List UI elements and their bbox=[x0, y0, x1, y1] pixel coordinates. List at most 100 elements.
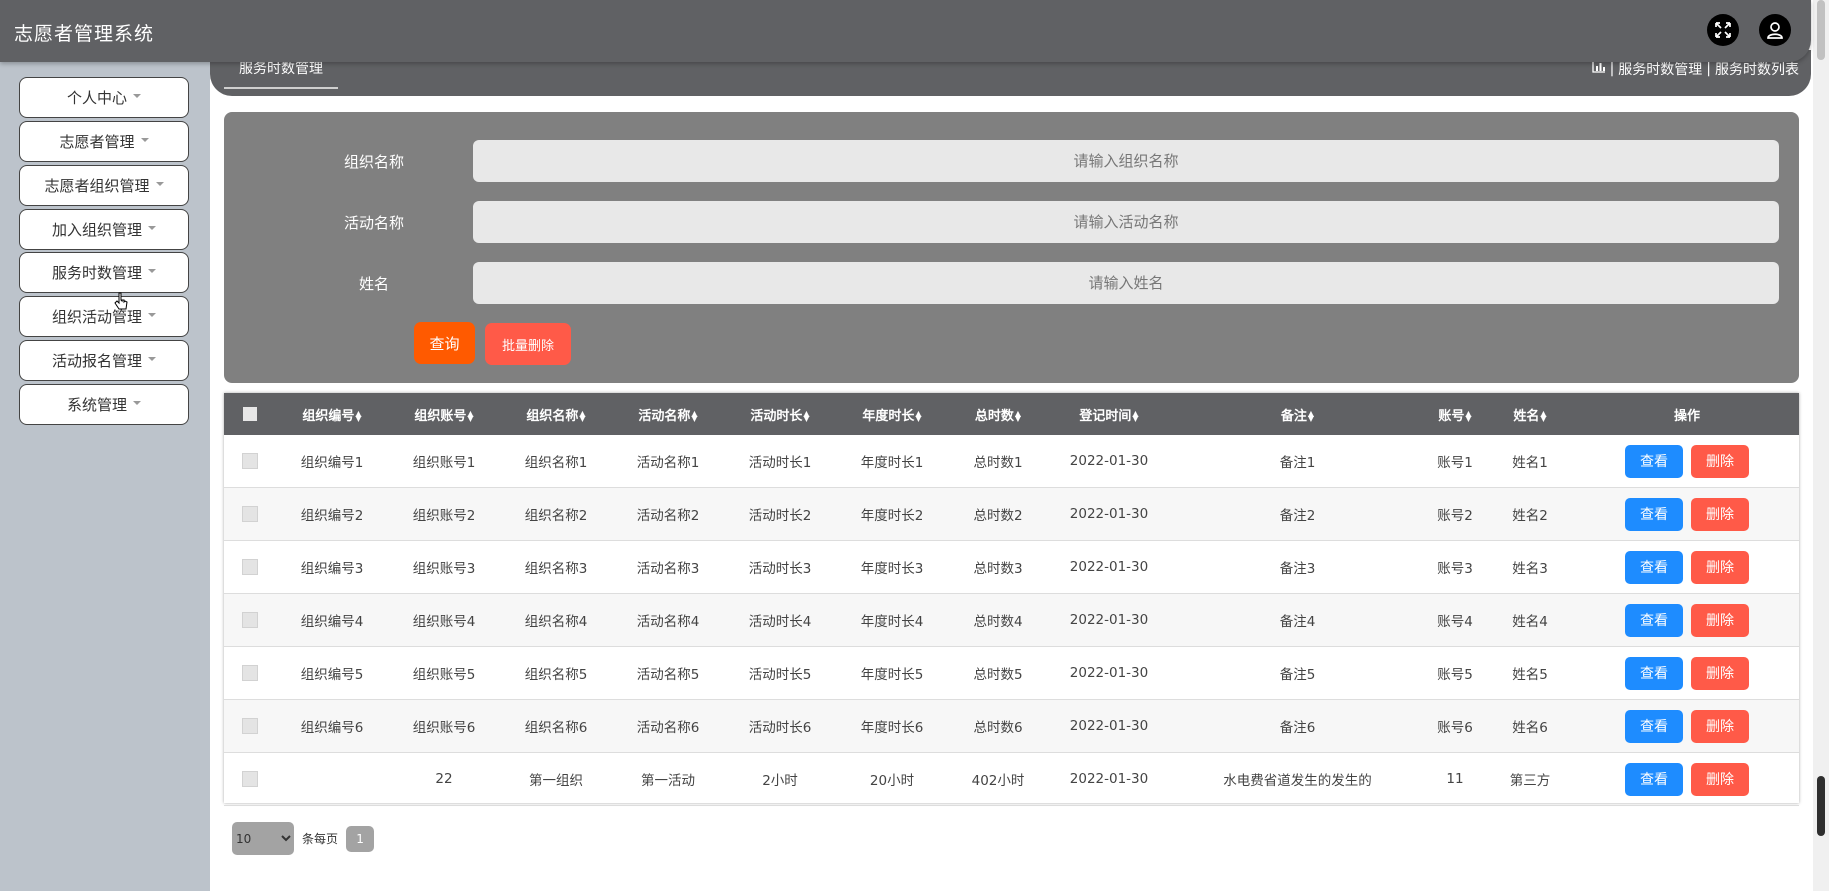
column-header[interactable]: 组织账号▲ ▼ bbox=[388, 393, 500, 435]
table-row: 组织编号5 组织账号5 组织名称5 活动名称5 活动时长5 年度时长5 总时数5 2022-0… bbox=[224, 646, 1799, 700]
row-actions: 查看 删除 bbox=[1575, 752, 1799, 806]
table-cell: 备注5 bbox=[1170, 646, 1425, 700]
table-cell: 姓名5 bbox=[1485, 646, 1575, 700]
row-checkbox[interactable] bbox=[242, 771, 258, 787]
page-scrollbar[interactable] bbox=[1813, 0, 1829, 891]
table-cell: 活动名称5 bbox=[612, 646, 724, 700]
table-cell: 2022-01-30 bbox=[1048, 752, 1170, 806]
column-header[interactable]: 账号▲ ▼ bbox=[1425, 393, 1485, 435]
sidebar-item-service-hours-management[interactable]: 服务时数管理 bbox=[19, 252, 189, 293]
tab-service-hours[interactable]: 服务时数管理 bbox=[224, 59, 338, 89]
table-cell: 组织名称1 bbox=[500, 435, 612, 488]
delete-button[interactable]: 删除 bbox=[1691, 444, 1749, 478]
table-cell: 22 bbox=[388, 752, 500, 806]
table-cell: 2022-01-30 bbox=[1048, 435, 1170, 488]
view-button[interactable]: 查看 bbox=[1625, 762, 1683, 796]
sort-icon: ▲ ▼ bbox=[355, 409, 362, 423]
table-cell: 总时数5 bbox=[948, 646, 1048, 700]
delete-button[interactable]: 删除 bbox=[1691, 762, 1749, 796]
breadcrumb: | 服务时数管理 | 服务时数列表 bbox=[1591, 59, 1799, 79]
table-cell: 组织编号2 bbox=[276, 487, 388, 541]
table-cell: 总时数1 bbox=[948, 435, 1048, 488]
column-header[interactable]: 组织编号▲ ▼ bbox=[276, 393, 388, 435]
sidebar-item-activity-signup-management[interactable]: 活动报名管理 bbox=[19, 340, 189, 381]
table-row: 组织编号3 组织账号3 组织名称3 活动名称3 活动时长3 年度时长3 总时数3 2022-0… bbox=[224, 540, 1799, 594]
sidebar-item-label: 加入组织管理 bbox=[51, 221, 142, 239]
table-cell: 组织编号3 bbox=[276, 540, 388, 594]
caret-down-icon bbox=[148, 225, 156, 230]
page-number-button[interactable]: 1 bbox=[346, 825, 375, 852]
table-cell: 年度时长3 bbox=[836, 540, 948, 594]
delete-button[interactable]: 删除 bbox=[1691, 656, 1749, 690]
sort-icon: ▲ ▼ bbox=[803, 409, 810, 423]
row-checkbox[interactable] bbox=[242, 665, 258, 681]
table-header-row: 组织编号▲ ▼ 组织账号▲ ▼ 组织名称▲ ▼ 活动名称▲ ▼ 活动时长▲ ▼ 年度时长▲… bbox=[224, 393, 1799, 435]
sidebar-item-label: 服务时数管理 bbox=[51, 264, 142, 282]
column-header[interactable]: 活动时长▲ ▼ bbox=[724, 393, 836, 435]
sort-icon: ▲ ▼ bbox=[1540, 409, 1547, 423]
table-cell: 组织名称6 bbox=[500, 699, 612, 753]
view-button[interactable]: 查看 bbox=[1625, 550, 1683, 584]
column-header[interactable]: 年度时长▲ ▼ bbox=[836, 393, 948, 435]
row-checkbox[interactable] bbox=[242, 559, 258, 575]
sort-icon: ▲ ▼ bbox=[1307, 409, 1315, 423]
sidebar-item-volunteer-org-management[interactable]: 志愿者组织管理 bbox=[19, 165, 189, 206]
breadcrumb-item-service-hours[interactable]: 服务时数管理 bbox=[1618, 59, 1702, 79]
sidebar-item-personal-center[interactable]: 个人中心 bbox=[19, 77, 189, 118]
table-cell: 活动名称3 bbox=[612, 540, 724, 594]
table-cell: 水电费省道发生的发生的 bbox=[1170, 752, 1425, 806]
column-header[interactable]: 总时数▲ ▼ bbox=[948, 393, 1048, 435]
row-checkbox[interactable] bbox=[242, 718, 258, 734]
name-input[interactable] bbox=[473, 262, 1779, 304]
table-cell: 组织账号1 bbox=[388, 435, 500, 488]
batch-delete-button[interactable]: 批量删除 bbox=[485, 323, 571, 365]
table-cell: 总时数3 bbox=[948, 540, 1048, 594]
view-button[interactable]: 查看 bbox=[1625, 656, 1683, 690]
column-header[interactable]: 姓名▲ ▼ bbox=[1485, 393, 1575, 435]
table-cell: 账号6 bbox=[1425, 699, 1485, 753]
row-actions: 查看 删除 bbox=[1575, 593, 1799, 647]
query-button[interactable]: 查询 bbox=[414, 322, 475, 364]
select-all-checkbox[interactable] bbox=[243, 407, 257, 421]
org-name-input[interactable] bbox=[473, 140, 1779, 182]
user-icon[interactable] bbox=[1759, 14, 1791, 46]
sidebar-item-org-activity-management[interactable]: 组织活动管理 bbox=[19, 296, 189, 337]
view-button[interactable]: 查看 bbox=[1625, 444, 1683, 478]
table-row: 组织编号6 组织账号6 组织名称6 活动名称6 活动时长6 年度时长6 总时数6 2022-0… bbox=[224, 699, 1799, 753]
app-title: 志愿者管理系统 bbox=[14, 23, 155, 45]
sidebar-item-join-org-management[interactable]: 加入组织管理 bbox=[19, 209, 189, 250]
table-cell: 组织名称4 bbox=[500, 593, 612, 647]
row-checkbox[interactable] bbox=[242, 506, 258, 522]
row-checkbox[interactable] bbox=[242, 453, 258, 469]
column-header[interactable]: 登记时间▲ ▼ bbox=[1048, 393, 1170, 435]
table-cell: 组织名称3 bbox=[500, 540, 612, 594]
column-header[interactable]: 活动名称▲ ▼ bbox=[612, 393, 724, 435]
row-checkbox[interactable] bbox=[242, 612, 258, 628]
table-cell: 组织账号3 bbox=[388, 540, 500, 594]
org-name-label: 组织名称 bbox=[343, 153, 404, 171]
delete-button[interactable]: 删除 bbox=[1691, 603, 1749, 637]
view-button[interactable]: 查看 bbox=[1625, 603, 1683, 637]
sort-icon: ▲ ▼ bbox=[915, 409, 922, 423]
activity-name-input[interactable] bbox=[473, 201, 1779, 243]
view-button[interactable]: 查看 bbox=[1625, 709, 1683, 743]
caret-down-icon bbox=[133, 93, 141, 98]
delete-button[interactable]: 删除 bbox=[1691, 709, 1749, 743]
table-cell: 账号5 bbox=[1425, 646, 1485, 700]
delete-button[interactable]: 删除 bbox=[1691, 550, 1749, 584]
caret-down-icon bbox=[148, 356, 156, 361]
table-cell: 活动时长4 bbox=[724, 593, 836, 647]
fullscreen-icon[interactable] bbox=[1707, 14, 1739, 46]
table-cell: 2022-01-30 bbox=[1048, 699, 1170, 753]
page-size-select[interactable]: 10 bbox=[232, 822, 294, 855]
view-button[interactable]: 查看 bbox=[1625, 497, 1683, 531]
sidebar-item-system-management[interactable]: 系统管理 bbox=[19, 384, 189, 425]
delete-button[interactable]: 删除 bbox=[1691, 497, 1749, 531]
table-cell: 组织编号5 bbox=[276, 646, 388, 700]
scrollbar-thumb[interactable] bbox=[1817, 776, 1825, 836]
column-header[interactable]: 组织名称▲ ▼ bbox=[500, 393, 612, 435]
sidebar-item-volunteer-management[interactable]: 志愿者管理 bbox=[19, 121, 189, 162]
column-header[interactable]: 备注▲ ▼ bbox=[1170, 393, 1425, 435]
caret-down-icon bbox=[148, 312, 156, 317]
caret-down-icon bbox=[140, 137, 149, 142]
